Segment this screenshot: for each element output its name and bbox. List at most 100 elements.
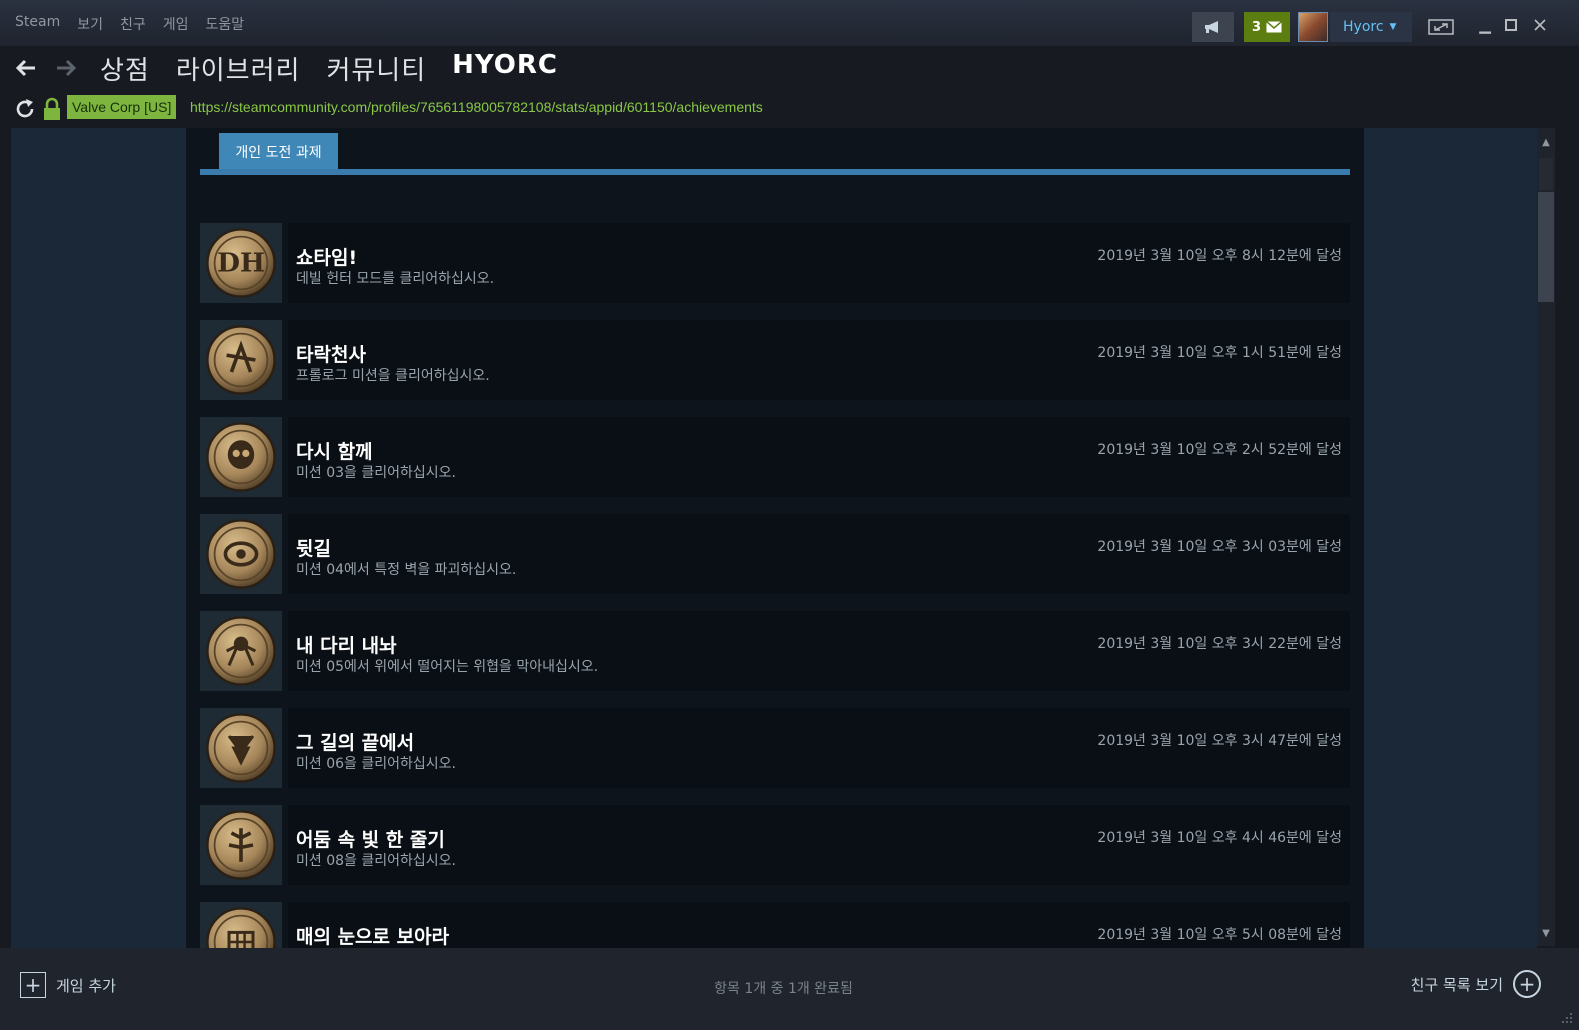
achievement-row[interactable]: 내 다리 내놔 미션 05에서 위에서 떨어지는 위협을 막아내십시오. 2019년…: [200, 611, 1350, 691]
title-bar: Steam 보기 친구 게임 도움말 3 Hyorc ▼ ▁: [0, 0, 1579, 46]
achievement-title: 그 길의 끝에서: [296, 732, 415, 754]
scroll-track[interactable]: [1539, 158, 1553, 190]
achievement-unlock-date: 2019년 3월 10일 오후 4시 46분에 달성: [1097, 830, 1342, 846]
achievement-row[interactable]: 매의 눈으로 보아라 2019년 3월 10일 오후 5시 08분에 달성: [200, 902, 1350, 948]
username: Hyorc: [1343, 19, 1384, 35]
scroll-down-button[interactable]: ▼: [1537, 920, 1555, 946]
url-bar: Valve Corp [US] https://steamcommunity.c…: [0, 94, 1579, 124]
achievement-row[interactable]: 그 길의 끝에서미션 06을 클리어하십시오. 2019년 3월 10일 오후 3…: [200, 708, 1350, 788]
scrollbar[interactable]: ▲ ▼: [1537, 128, 1555, 946]
menu-help[interactable]: 도움말: [206, 14, 245, 34]
menu-friends[interactable]: 친구: [120, 14, 146, 34]
achievement-body: 매의 눈으로 보아라 2019년 3월 10일 오후 5시 08분에 달성: [288, 902, 1350, 948]
account-menu[interactable]: Hyorc ▼: [1330, 12, 1412, 42]
scroll-thumb[interactable]: [1538, 192, 1554, 302]
fallen-angel-icon: [206, 325, 276, 395]
maximize-icon: [1505, 19, 1517, 31]
friends-list-button[interactable]: 친구 목록 보기 +: [1411, 970, 1541, 998]
achievement-description: 미션 03을 클리어하십시오.: [296, 465, 456, 481]
nav-community[interactable]: 커뮤니티: [326, 50, 426, 87]
achievement-icon-frame: [200, 805, 282, 885]
achievement-title: 매의 눈으로 보아라: [296, 926, 450, 948]
reload-icon: [16, 99, 34, 118]
nav-profile[interactable]: HYORC: [452, 50, 558, 87]
notifications-button[interactable]: 3: [1244, 12, 1290, 42]
arrow-left-icon: [15, 59, 35, 77]
forward-button[interactable]: [52, 54, 80, 82]
nav-links: 상점 라이브러리 커뮤니티 HYORC: [100, 50, 558, 87]
nav-bar: 상점 라이브러리 커뮤니티 HYORC: [0, 46, 1579, 90]
achievement-row[interactable]: 다시 함께미션 03을 클리어하십시오. 2019년 3월 10일 오후 2시 5…: [200, 417, 1350, 497]
achievement-unlock-date: 2019년 3월 10일 오후 1시 51분에 달성: [1097, 345, 1342, 361]
achievement-row[interactable]: 타락천사 프롤로그 미션을 클리어하십시오. 2019년 3월 10일 오후 1시 …: [200, 320, 1350, 400]
achievement-body: 쇼타임! 데빌 헌터 모드를 클리어하십시오. 2019년 3월 10일 오후 8시…: [288, 223, 1350, 303]
achievement-icon-frame: [200, 902, 282, 948]
avatar[interactable]: [1298, 12, 1328, 42]
svg-text:DH: DH: [217, 247, 265, 278]
achievements-panel: 개인 도전 과제 DH 쇼타임! 데빌 헌터 모드를 클리어하십시오. 2019년 3…: [186, 128, 1364, 948]
achievement-icon-frame: [200, 417, 282, 497]
achievement-description: 데빌 헌터 모드를 클리어하십시오.: [296, 271, 495, 287]
scroll-up-button[interactable]: ▲: [1537, 128, 1555, 156]
big-picture-button[interactable]: [1420, 12, 1462, 42]
nav-library[interactable]: 라이브러리: [176, 50, 301, 87]
nav-store[interactable]: 상점: [100, 50, 150, 87]
achievement-title: 내 다리 내놔: [296, 635, 397, 657]
left-margin: [11, 128, 186, 948]
achievement-unlock-date: 2019년 3월 10일 오후 3시 47분에 달성: [1097, 733, 1342, 749]
achievement-row[interactable]: 어둠 속 빛 한 줄기 미션 08을 클리어하십시오. 2019년 3월 10일 오…: [200, 805, 1350, 885]
megaphone-icon: [1205, 21, 1218, 33]
menu-view[interactable]: 보기: [77, 14, 103, 34]
demon-icon: [206, 713, 276, 783]
reload-button[interactable]: [13, 97, 37, 121]
minimize-button[interactable]: ▁: [1472, 12, 1498, 38]
close-button[interactable]: [1527, 12, 1553, 38]
download-status[interactable]: 항목 1개 중 1개 완료됨: [0, 978, 1567, 998]
achievement-body: 타락천사 프롤로그 미션을 클리어하십시오. 2019년 3월 10일 오후 1시 …: [288, 320, 1350, 400]
menu-bar: Steam 보기 친구 게임 도움말: [15, 14, 244, 34]
achievement-body: 그 길의 끝에서미션 06을 클리어하십시오. 2019년 3월 10일 오후 3…: [288, 708, 1350, 788]
close-icon: [1534, 19, 1546, 31]
achievement-description: 미션 08을 클리어하십시오.: [296, 853, 456, 869]
triangle-up-icon: ▲: [1542, 136, 1550, 148]
bottom-bar: + 게임 추가 항목 1개 중 1개 완료됨 친구 목록 보기 +: [0, 948, 1579, 1030]
achievement-description: 미션 04에서 특정 벽을 파괴하십시오.: [296, 562, 517, 578]
achievement-description: 미션 06을 클리어하십시오.: [296, 756, 456, 772]
achievement-body: 다시 함께미션 03을 클리어하십시오. 2019년 3월 10일 오후 2시 5…: [288, 417, 1350, 497]
announcement-button[interactable]: [1192, 12, 1234, 42]
friends-label: 친구 목록 보기: [1410, 975, 1503, 994]
envelope-icon: [1266, 21, 1283, 33]
achievement-row[interactable]: DH 쇼타임! 데빌 헌터 모드를 클리어하십시오. 2019년 3월 10일 오후 …: [200, 223, 1350, 303]
maximize-button[interactable]: [1498, 12, 1524, 38]
grid-icon: [206, 907, 276, 948]
dh-emblem-icon: DH: [206, 228, 276, 298]
minimize-icon: ▁: [1479, 16, 1491, 34]
tree-icon: [206, 810, 276, 880]
achievement-title: 타락천사: [296, 344, 366, 366]
back-button[interactable]: [12, 54, 40, 82]
achievement-unlock-date: 2019년 3월 10일 오후 2시 52분에 달성: [1097, 442, 1342, 458]
tab-personal-achievements[interactable]: 개인 도전 과제: [219, 133, 338, 170]
achievement-unlock-date: 2019년 3월 10일 오후 5시 08분에 달성: [1097, 927, 1342, 943]
chevron-down-icon: ▼: [1389, 22, 1397, 32]
achievement-unlock-date: 2019년 3월 10일 오후 3시 22분에 달성: [1097, 636, 1342, 652]
achievement-unlock-date: 2019년 3월 10일 오후 3시 03분에 달성: [1097, 539, 1342, 555]
arrow-right-icon: [57, 59, 77, 77]
achievement-body: 뒷길 미션 04에서 특정 벽을 파괴하십시오. 2019년 3월 10일 오후 3…: [288, 514, 1350, 594]
spider-icon: [206, 616, 276, 686]
eye-gear-icon: [206, 519, 276, 589]
menu-games[interactable]: 게임: [163, 14, 189, 34]
url-text[interactable]: https://steamcommunity.com/profiles/7656…: [190, 99, 763, 115]
achievement-body: 어둠 속 빛 한 줄기 미션 08을 클리어하십시오. 2019년 3월 10일 오…: [288, 805, 1350, 885]
achievement-title: 다시 함께: [296, 441, 373, 463]
achievement-icon-frame: [200, 514, 282, 594]
resize-grip-icon[interactable]: [1561, 1012, 1573, 1024]
achievement-title: 쇼타임!: [296, 247, 358, 269]
achievement-body: 내 다리 내놔 미션 05에서 위에서 떨어지는 위협을 막아내십시오. 2019년…: [288, 611, 1350, 691]
certificate-badge[interactable]: Valve Corp [US]: [67, 95, 177, 119]
tab-underline: [200, 169, 1350, 175]
achievement-icon-frame: [200, 611, 282, 691]
achievement-row[interactable]: 뒷길 미션 04에서 특정 벽을 파괴하십시오. 2019년 3월 10일 오후 3…: [200, 514, 1350, 594]
menu-steam[interactable]: Steam: [15, 14, 60, 34]
lock-icon: [42, 97, 62, 121]
